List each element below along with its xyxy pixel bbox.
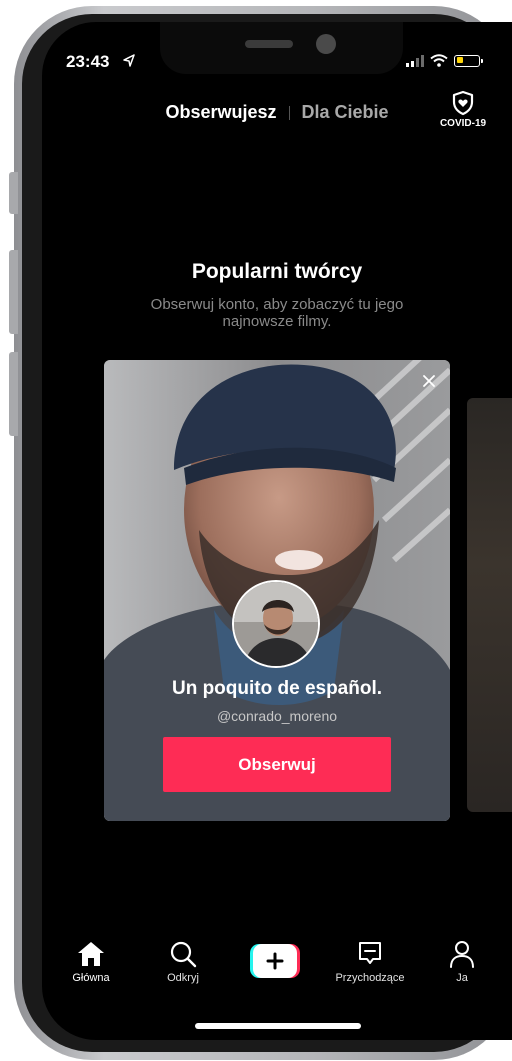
status-time: 23:43 [66,52,110,71]
profile-icon [450,941,474,968]
location-arrow-icon [123,54,135,67]
covid-label: COVID-19 [439,118,487,129]
nav-inbox-label: Przychodzące [335,972,405,984]
volume-up-button [9,250,18,334]
nav-home-label: Główna [72,972,110,984]
tab-for-you[interactable]: Dla Ciebie [302,102,389,123]
home-icon [78,942,104,966]
nav-home[interactable]: Główna [56,940,126,984]
nav-discover[interactable]: Odkryj [148,940,218,984]
home-indicator[interactable] [195,1023,361,1029]
create-video-button[interactable] [250,944,300,978]
nav-me[interactable]: Ja [437,940,487,984]
nav-inbox[interactable]: Przychodzące [325,940,415,984]
covid-button[interactable]: COVID-19 [436,90,490,129]
avatar-image [234,582,318,666]
close-icon[interactable] [422,374,436,388]
creator-handle[interactable]: @conrado_moreno [104,708,450,724]
wifi-icon [430,54,448,67]
nav-discover-label: Odkryj [167,972,199,984]
follow-button[interactable]: Obserwuj [163,737,391,792]
tab-following[interactable]: Obserwujesz [165,102,276,123]
signal-icon [406,54,424,67]
shield-heart-icon [452,90,474,116]
creator-card[interactable]: Un poquito de español. @conrado_moreno O… [104,360,450,821]
section-subtitle: Obserwuj konto, aby zobaczyć tu jego naj… [150,296,404,330]
front-camera [316,34,336,54]
creator-avatar[interactable] [232,580,320,668]
battery-icon [454,54,483,67]
next-creator-card[interactable] [467,398,512,812]
mute-switch [9,172,18,214]
search-icon [170,941,197,968]
inbox-icon [359,942,381,964]
status-icons [406,54,483,67]
notch [160,22,403,74]
tab-separator [288,105,290,120]
nav-me-label: Ja [456,972,468,984]
speaker [245,40,293,48]
creator-title: Un poquito de español. [171,678,383,699]
volume-down-button [9,352,18,436]
screen: 23:43 Obserwujesz Dla Ciebie COVID-19 Po… [42,22,512,1040]
section-title: Popularni twórcy [191,260,363,283]
